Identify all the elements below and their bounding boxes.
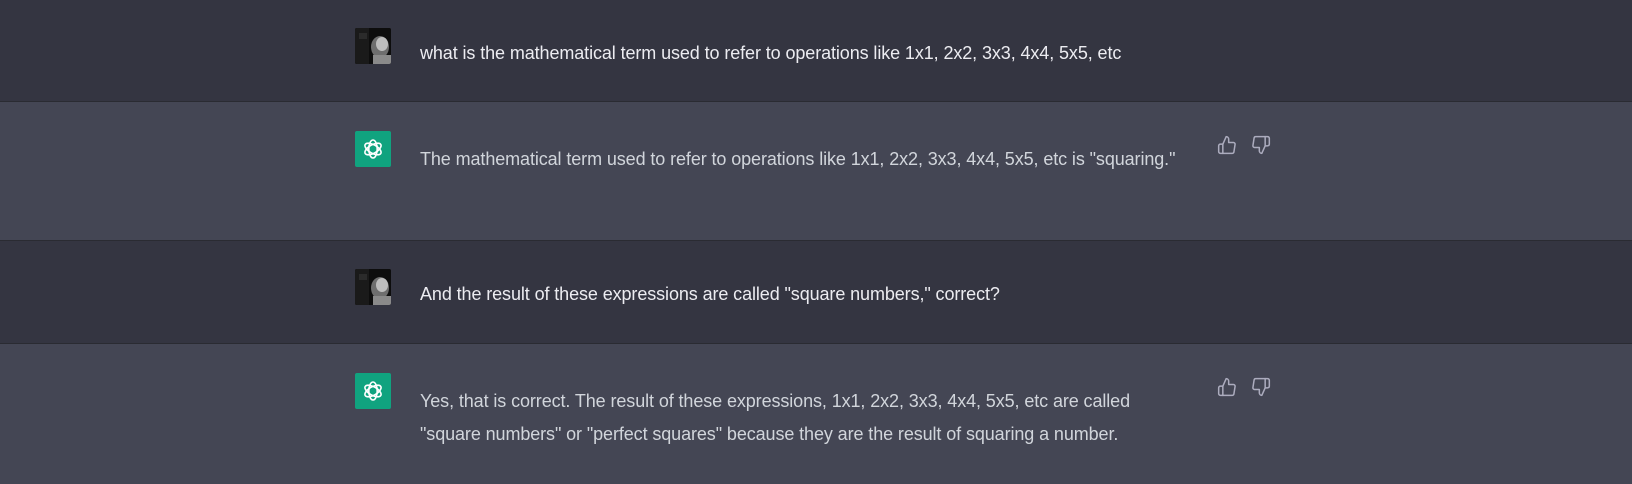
thumbs-down-button[interactable] — [1250, 134, 1272, 156]
feedback-buttons — [1216, 134, 1272, 156]
user-message: And the result of these expressions are … — [0, 241, 1632, 344]
thumbs-down-button[interactable] — [1250, 376, 1272, 398]
openai-logo-icon — [355, 131, 391, 167]
message-text: Yes, that is correct. The result of thes… — [420, 391, 1130, 444]
feedback-buttons — [1216, 376, 1272, 398]
user-avatar — [355, 269, 391, 305]
thumbs-up-icon — [1217, 377, 1237, 397]
thumbs-up-icon — [1217, 135, 1237, 155]
message-text: The mathematical term used to refer to o… — [420, 149, 1176, 169]
assistant-message: Yes, that is correct. The result of thes… — [0, 344, 1632, 484]
user-message: what is the mathematical term used to re… — [0, 0, 1632, 102]
message-text: And the result of these expressions are … — [420, 284, 1000, 304]
thumbs-down-icon — [1251, 135, 1271, 155]
thumbs-up-button[interactable] — [1216, 376, 1238, 398]
message-text: what is the mathematical term used to re… — [420, 43, 1122, 63]
thumbs-down-icon — [1251, 377, 1271, 397]
openai-logo-icon — [355, 373, 391, 409]
user-avatar — [355, 28, 391, 64]
assistant-message: The mathematical term used to refer to o… — [0, 102, 1632, 241]
thumbs-up-button[interactable] — [1216, 134, 1238, 156]
conversation-thread: what is the mathematical term used to re… — [0, 0, 1632, 484]
